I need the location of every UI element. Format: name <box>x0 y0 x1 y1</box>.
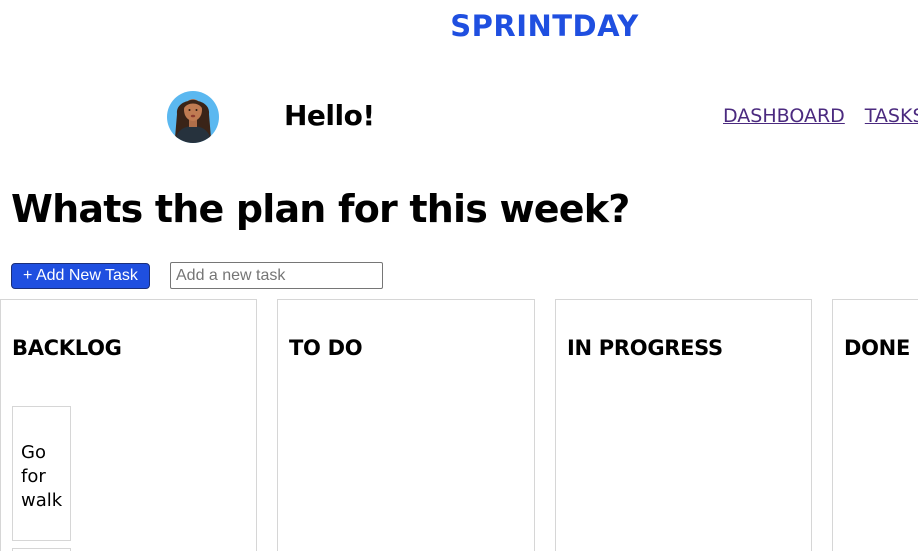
nav-link-dashboard[interactable]: DASHBOARD <box>723 105 845 127</box>
task-card[interactable]: Go for walk <box>12 406 71 541</box>
avatar-illustration <box>167 91 219 143</box>
top-nav: DASHBOARD TASKS <box>723 105 918 127</box>
column-title: BACKLOG <box>12 336 122 360</box>
add-new-task-button[interactable]: + Add New Task <box>11 263 150 289</box>
column-backlog: BACKLOG Go for walk <box>0 299 257 551</box>
task-card-text: Go for walk <box>21 442 63 511</box>
avatar <box>167 88 219 144</box>
column-title: TO DO <box>289 336 363 360</box>
greeting: Hello! <box>284 99 375 132</box>
nav-link-tasks[interactable]: TASKS <box>865 105 918 127</box>
column-title: DONE <box>844 336 911 360</box>
column-title: IN PROGRESS <box>567 336 723 360</box>
brand-logo: SPRINTDAY <box>450 9 639 43</box>
column-todo: TO DO <box>277 299 535 551</box>
column-in-progress: IN PROGRESS <box>555 299 812 551</box>
page-headline: Whats the plan for this week? <box>11 187 630 231</box>
page: SPRINTDAY Hello! DASHBOARD TASKS Whats t… <box>0 0 918 551</box>
column-done: DONE <box>832 299 918 551</box>
new-task-input[interactable] <box>170 262 383 289</box>
